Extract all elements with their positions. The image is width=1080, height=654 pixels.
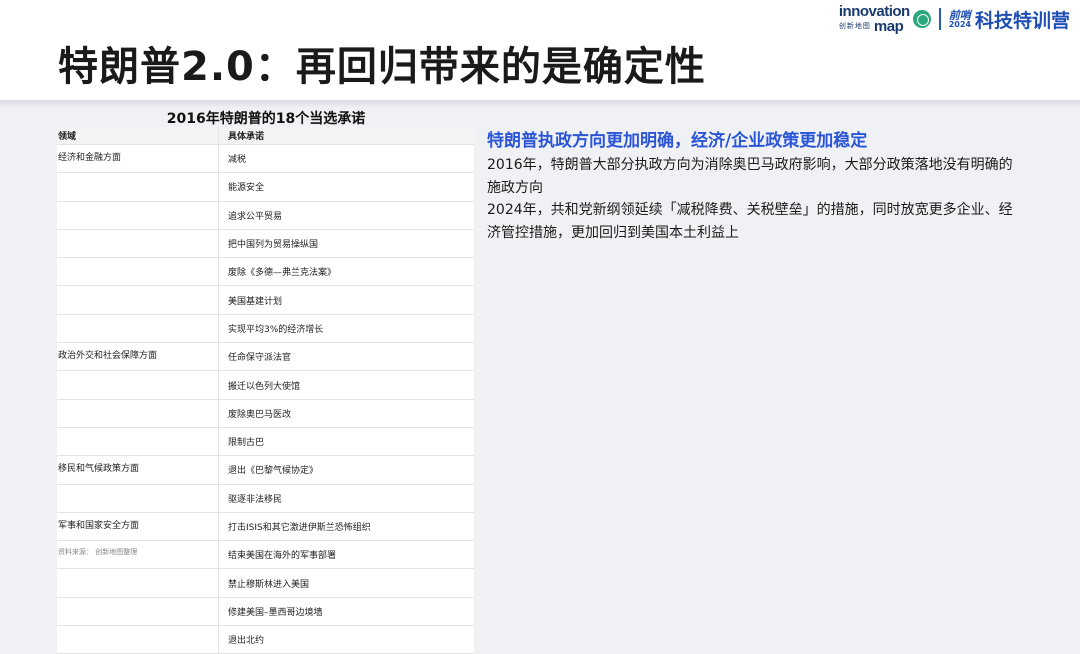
header-divider — [0, 100, 1080, 108]
event-year: 2024 — [948, 19, 971, 29]
promise-cell: 驱逐非法移民 — [218, 484, 474, 513]
globe-icon — [912, 10, 931, 28]
table-caption: 2016年特朗普的18个当选承诺 — [166, 111, 366, 127]
domain-cell: 移民和气候政策方面 — [57, 455, 219, 485]
innovation-map-logo: innovation 创新地图 map — [839, 4, 910, 34]
domain-cell — [57, 201, 219, 230]
promise-cell: 减税 — [218, 144, 474, 174]
promise-cell: 废除奥巴马医改 — [218, 399, 474, 428]
table-row: 废除《多德—弗兰克法案》 — [57, 257, 474, 287]
promise-cell: 废除《多德—弗兰克法案》 — [218, 257, 474, 287]
paragraph-2016: 2016年，特朗普大部分执政方向为消除奥巴马政府影响，大部分政策落地没有明确的施… — [487, 157, 1013, 196]
domain-cell — [57, 257, 219, 287]
promise-cell: 实现平均3%的经济增长 — [218, 314, 474, 344]
table-row: 禁止穆斯林进入美国 — [57, 568, 474, 598]
section-body: 2016年，特朗普大部分执政方向为消除奥巴马政府影响，大部分政策落地没有明确的施… — [487, 154, 1017, 244]
table-row: 搬迁以色列大使馆 — [57, 370, 474, 400]
domain-cell — [57, 597, 219, 627]
domain-cell: 军事和国家安全方面 — [57, 512, 219, 542]
domain-cell — [57, 285, 219, 315]
promise-cell: 结束美国在海外的军事部署 — [218, 540, 474, 570]
domain-cell — [57, 370, 219, 400]
section-heading: 特朗普执政方向更加明确，经济/企业政策更加稳定 — [487, 131, 868, 151]
promise-cell: 追求公平贸易 — [218, 201, 474, 230]
table-row: 能源安全 — [57, 172, 474, 202]
promise-cell: 修建美国–墨西哥边境墙 — [218, 597, 474, 627]
domain-cell: 政治外交和社会保障方面 — [57, 342, 219, 372]
domain-cell — [57, 625, 219, 654]
table-row: 经济和金融方面 减税 — [57, 144, 474, 174]
table-row: 政治外交和社会保障方面 任命保守派法官 — [57, 342, 474, 372]
header-promise: 具体承诺 — [218, 126, 474, 145]
event-prefix: 前哨 — [948, 8, 971, 22]
promise-cell: 禁止穆斯林进入美国 — [218, 568, 474, 598]
promise-cell: 退出北约 — [218, 625, 474, 654]
domain-cell — [57, 484, 219, 513]
paragraph-2024: 2024年，共和党新纲领延续「减税降费、关税壁垒」的措施，同时放宽更多企业、经济… — [487, 202, 1013, 241]
brand-logo: innovation 创新地图 map 前哨 2024 科技特训营 — [839, 4, 1070, 34]
source-note: 资料来源： 创新地图整理 — [58, 548, 138, 556]
domain-cell — [57, 568, 219, 598]
promise-cell: 搬迁以色列大使馆 — [218, 370, 474, 400]
table-row: 驱逐非法移民 — [57, 484, 474, 513]
table-row: 移民和气候政策方面 退出《巴黎气候协定》 — [57, 455, 474, 485]
domain-cell — [57, 314, 219, 344]
table-row: 军事和国家安全方面 打击ISIS和其它激进伊斯兰恐怖组织 — [57, 512, 474, 542]
promise-cell: 限制古巴 — [218, 427, 474, 457]
table-row: 实现平均3%的经济增长 — [57, 314, 474, 344]
domain-cell — [57, 172, 219, 202]
domain-cell: 经济和金融方面 — [57, 144, 219, 174]
logo-wordmark-bottom: map — [873, 18, 904, 35]
table-row: 限制古巴 — [57, 427, 474, 457]
table-row: 美国基建计划 — [57, 285, 474, 315]
promise-cell: 打击ISIS和其它激进伊斯兰恐怖组织 — [218, 512, 474, 542]
logo-wordmark-top: innovation — [838, 3, 910, 20]
table-row: 修建美国–墨西哥边境墙 — [57, 597, 474, 627]
event-logo-mark: 前哨 2024 — [949, 10, 971, 29]
logo-wordmark-cn: 创新地图 — [838, 22, 871, 30]
event-name: 科技特训营 — [974, 9, 1070, 32]
slide-title: 特朗普2.0：再回归带来的是确定性 — [58, 44, 706, 90]
table-row: 把中国列为贸易操纵国 — [57, 229, 474, 259]
domain-cell — [57, 229, 219, 259]
logo-separator — [938, 8, 941, 30]
header-domain: 领域 — [57, 126, 219, 145]
promise-cell: 美国基建计划 — [218, 285, 474, 315]
promise-cell: 能源安全 — [218, 172, 474, 202]
promise-cell: 把中国列为贸易操纵国 — [218, 229, 474, 259]
domain-cell — [57, 399, 219, 428]
table-header-row: 领域 具体承诺 — [57, 126, 474, 145]
table-row: 追求公平贸易 — [57, 201, 474, 230]
table-row: 退出北约 — [57, 625, 474, 654]
promises-table: 领域 具体承诺 经济和金融方面 减税 能源安全 追求公平贸易 把中国列为贸易操纵国 废除《… — [57, 126, 474, 654]
domain-cell — [57, 427, 219, 457]
promise-cell: 任命保守派法官 — [218, 342, 474, 372]
promise-cell: 退出《巴黎气候协定》 — [218, 455, 474, 485]
table-row: 废除奥巴马医改 — [57, 399, 474, 428]
